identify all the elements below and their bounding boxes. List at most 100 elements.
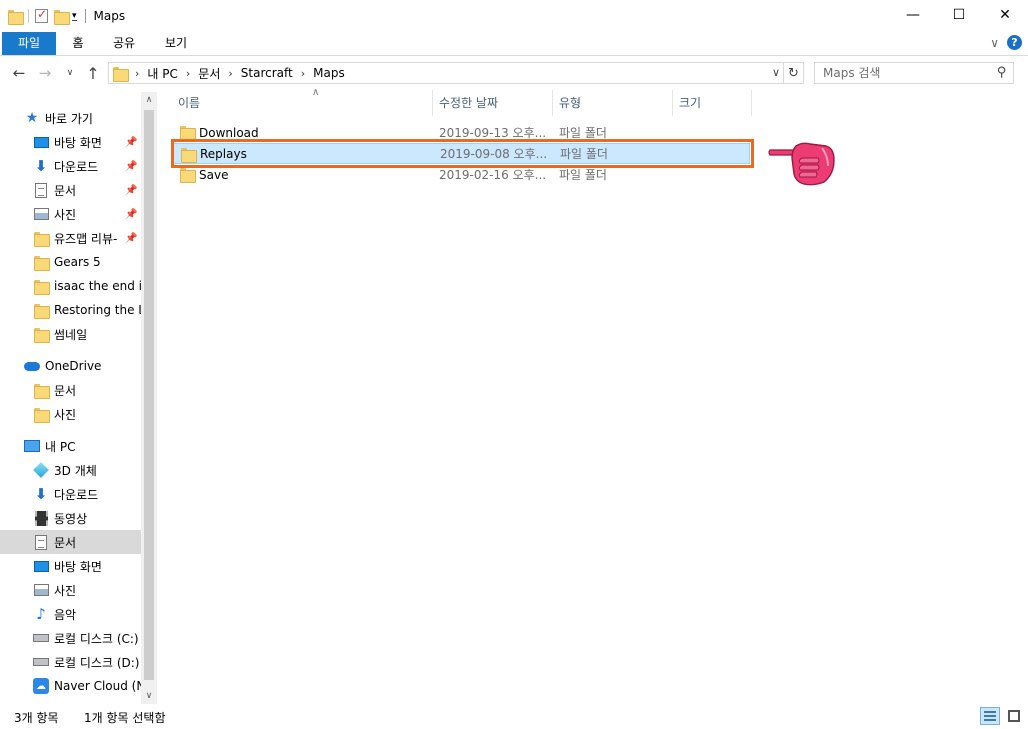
sidebar-item-isaac[interactable]: isaac the end is — [0, 274, 141, 298]
column-header-date-modified[interactable]: 수정한 날짜 — [432, 90, 552, 116]
folder-icon — [34, 231, 50, 247]
folder-icon — [113, 66, 129, 82]
sidebar-item-label: 사진 — [54, 583, 77, 598]
pin-icon[interactable]: 📌 — [125, 185, 137, 196]
properties-icon[interactable] — [35, 7, 48, 23]
breadcrumb-separator-icon[interactable]: › — [135, 67, 139, 80]
search-icon[interactable]: ⚲ — [997, 65, 1007, 80]
folder-icon — [34, 383, 50, 399]
breadcrumb-documents[interactable]: 문서 — [198, 65, 220, 82]
help-icon[interactable]: ? — [1007, 35, 1022, 50]
sidebar-item-label: Gears 5 — [54, 255, 101, 269]
breadcrumb-separator-icon[interactable]: › — [186, 67, 190, 80]
customize-toolbar-dropdown-icon[interactable]: ▾ — [72, 11, 77, 21]
refresh-icon[interactable]: ↻ — [784, 62, 804, 84]
desktop-icon — [33, 136, 49, 148]
title-bar: ▾ Maps — ☐ ✕ — [0, 0, 1028, 32]
column-header-name[interactable]: ∧ 이름 — [172, 87, 430, 116]
expand-ribbon-chevron-icon[interactable]: ∨ — [990, 36, 999, 50]
sidebar-item-onedrive-pictures[interactable]: 사진 — [0, 402, 141, 426]
folder-icon — [34, 327, 50, 343]
sidebar-item-this-pc[interactable]: 내 PC — [0, 434, 141, 458]
sidebar-item-local-disk-c[interactable]: 로컬 디스크 (C:) — [0, 626, 141, 650]
breadcrumb-separator-icon[interactable]: › — [228, 67, 232, 80]
file-list: ∧ 이름 수정한 날짜 유형 크기 Download 2019-09-13 오후… — [158, 87, 1028, 702]
desktop-icon — [33, 560, 49, 572]
tab-file[interactable]: 파일 — [2, 32, 56, 55]
quick-access-toolbar: ▾ — [8, 7, 77, 25]
sidebar-item-videos[interactable]: 동영상 — [0, 506, 141, 530]
sidebar-item-pc-downloads[interactable]: ⬇ 다운로드 — [0, 482, 141, 506]
document-icon — [35, 182, 47, 198]
sidebar-item-onedrive[interactable]: OneDrive — [0, 354, 141, 378]
pin-icon[interactable]: 📌 — [125, 161, 137, 172]
tab-share[interactable]: 공유 — [104, 32, 144, 55]
tab-view[interactable]: 보기 — [156, 32, 196, 55]
file-name: Save — [199, 167, 229, 182]
sidebar-item-label: 동영상 — [54, 511, 88, 526]
sidebar-item-usemap-review[interactable]: 유즈맵 리뷰- 📌 — [0, 226, 141, 250]
column-header-size[interactable]: 크기 — [672, 90, 752, 116]
details-view-button[interactable] — [980, 707, 1000, 725]
scrollbar-thumb[interactable] — [144, 110, 154, 680]
sidebar-item-documents[interactable]: 문서 📌 — [0, 178, 141, 202]
folder-icon — [34, 279, 50, 295]
sidebar-item-label: 사진 — [54, 407, 77, 422]
scroll-up-arrow-icon[interactable]: ∧ — [141, 92, 157, 108]
sidebar-item-restoring[interactable]: Restoring the Li — [0, 298, 141, 322]
sidebar-item-naver-cloud[interactable]: ☁ Naver Cloud (N:) — [0, 674, 141, 698]
music-icon: ♪ — [36, 605, 46, 623]
pin-icon[interactable]: 📌 — [125, 233, 137, 244]
tab-home[interactable]: 홈 — [58, 32, 98, 55]
close-button[interactable]: ✕ — [982, 0, 1028, 30]
sidebar-item-music[interactable]: ♪ 음악 — [0, 602, 141, 626]
sidebar-item-thumbnails[interactable]: 썸네일 — [0, 322, 141, 346]
sidebar-item-pictures[interactable]: 사진 📌 — [0, 202, 141, 226]
sidebar-item-gears-5[interactable]: Gears 5 — [0, 250, 141, 274]
maximize-button[interactable]: ☐ — [936, 0, 982, 30]
sidebar-item-pc-desktop[interactable]: 바탕 화면 — [0, 554, 141, 578]
sidebar-item-label: Restoring the Li — [54, 303, 141, 317]
sidebar-item-label: 바로 가기 — [45, 111, 93, 126]
column-header-type[interactable]: 유형 — [552, 90, 672, 116]
new-folder-icon[interactable] — [54, 9, 70, 25]
sidebar-item-label: 썸네일 — [54, 327, 88, 342]
pin-icon[interactable]: 📌 — [125, 209, 137, 220]
folder-icon — [8, 9, 24, 25]
breadcrumb-my-pc[interactable]: 내 PC — [147, 65, 177, 82]
minimize-button[interactable]: — — [890, 0, 936, 30]
selection-count: 1개 항목 선택함 — [84, 711, 166, 725]
sidebar-item-label: 내 PC — [45, 439, 76, 454]
scroll-down-arrow-icon[interactable]: ∨ — [141, 688, 157, 704]
breadcrumb-maps[interactable]: Maps — [313, 66, 345, 80]
sidebar-item-onedrive-documents[interactable]: 문서 — [0, 378, 141, 402]
sidebar-scrollbar[interactable]: ∧ ∨ — [141, 92, 157, 704]
breadcrumb-separator-icon[interactable]: › — [301, 67, 305, 80]
forward-arrow-icon[interactable]: → — [34, 56, 56, 90]
sort-ascending-icon: ∧ — [312, 87, 320, 98]
sidebar-item-desktop[interactable]: 바탕 화면 📌 — [0, 130, 141, 154]
star-icon: ★ — [25, 110, 39, 126]
pin-icon[interactable]: 📌 — [125, 137, 137, 148]
sidebar-item-3d-objects[interactable]: 3D 개체 — [0, 458, 141, 482]
back-arrow-icon[interactable]: ← — [8, 56, 30, 90]
sidebar-item-downloads[interactable]: ⬇ 다운로드 📌 — [0, 154, 141, 178]
recent-locations-chevron-icon[interactable]: ∨ — [62, 56, 78, 90]
sidebar-item-label: 바탕 화면 — [54, 559, 102, 574]
search-input[interactable] — [815, 63, 985, 83]
document-icon — [35, 534, 47, 550]
breadcrumb-starcraft[interactable]: Starcraft — [241, 66, 293, 80]
address-dropdown-icon[interactable]: ∨ — [772, 66, 780, 79]
pictures-icon — [33, 208, 49, 220]
sidebar-item-pc-documents[interactable]: 문서 — [0, 530, 141, 554]
sidebar-item-label: isaac the end is — [54, 279, 141, 293]
up-arrow-icon[interactable]: ↑ — [82, 56, 104, 90]
folder-icon — [180, 125, 196, 141]
address-bar[interactable]: › 내 PC › 문서 › Starcraft › Maps ∨ — [108, 62, 784, 84]
large-icons-view-button[interactable] — [1004, 707, 1024, 725]
sidebar-item-pc-pictures[interactable]: 사진 — [0, 578, 141, 602]
naver-cloud-icon: ☁ — [33, 678, 49, 694]
folder-icon — [34, 303, 50, 319]
sidebar-item-quick-access[interactable]: ★ 바로 가기 — [24, 106, 141, 130]
sidebar-item-local-disk-d[interactable]: 로컬 디스크 (D:) — [0, 650, 141, 674]
